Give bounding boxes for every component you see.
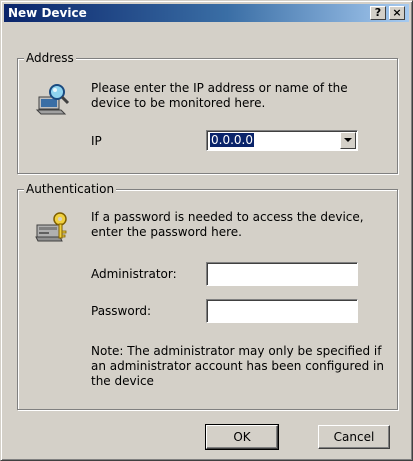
password-label: Password: xyxy=(91,304,152,318)
cancel-button[interactable]: Cancel xyxy=(318,425,390,449)
ip-combobox[interactable]: 0.0.0.0 xyxy=(206,130,358,151)
monitor-search-icon xyxy=(35,84,70,115)
address-group: Address xyxy=(17,51,398,174)
dropdown-arrow-icon[interactable] xyxy=(340,132,356,149)
address-description: Please enter the IP address or name of t… xyxy=(91,81,348,110)
ip-label: IP xyxy=(91,134,102,148)
new-device-dialog: New Device ? × Address Please enter the … xyxy=(0,0,413,461)
password-input[interactable] xyxy=(206,299,358,323)
help-button[interactable]: ? xyxy=(370,6,386,20)
ok-button[interactable]: OK xyxy=(205,424,279,450)
address-legend: Address xyxy=(24,51,76,65)
authentication-legend: Authentication xyxy=(24,182,117,196)
administrator-input[interactable] xyxy=(206,262,358,286)
window-title: New Device xyxy=(8,6,87,20)
close-button[interactable]: × xyxy=(389,6,405,20)
administrator-note: Note: The administrator may only be spec… xyxy=(91,344,384,388)
title-bar[interactable]: New Device ? × xyxy=(4,4,409,22)
authentication-description: If a password is needed to access the de… xyxy=(91,210,364,239)
computer-key-icon xyxy=(35,212,67,242)
administrator-label: Administrator: xyxy=(91,267,177,281)
ip-value[interactable]: 0.0.0.0 xyxy=(209,132,255,148)
